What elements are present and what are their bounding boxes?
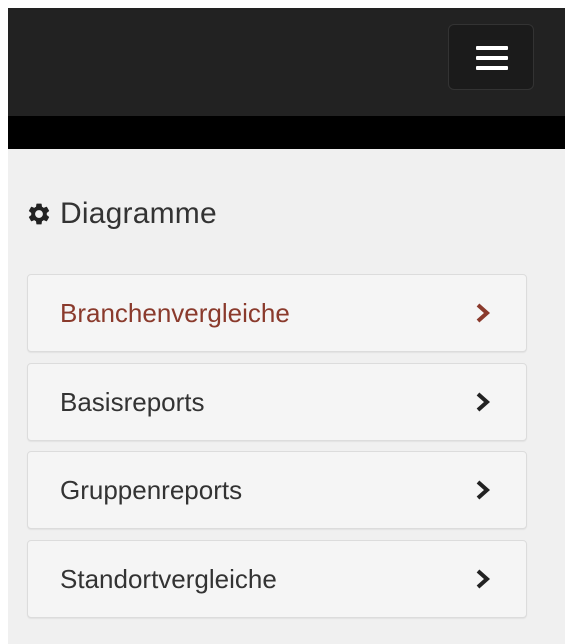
menu-item-basisreports[interactable]: Basisreports — [27, 363, 527, 441]
chevron-right-icon — [476, 480, 491, 500]
menu-item-label: Standortvergleiche — [60, 564, 277, 594]
chevron-right-icon — [476, 303, 491, 323]
hamburger-menu-icon-bar — [476, 66, 508, 70]
page-frame: Diagramme Branchenvergleiche Basisreport… — [8, 8, 565, 644]
navbar-toggle-button[interactable] — [448, 24, 534, 90]
menu-item-label: Branchenvergleiche — [60, 298, 290, 328]
chevron-right-icon — [476, 569, 491, 589]
section-title: Diagramme — [60, 197, 217, 230]
menu-item-branchenvergleiche[interactable]: Branchenvergleiche — [27, 274, 527, 352]
menu-item-label: Gruppenreports — [60, 475, 243, 505]
menu-item-label: Basisreports — [60, 387, 205, 417]
menu-item-gruppenreports[interactable]: Gruppenreports — [27, 451, 527, 529]
chevron-right-icon — [476, 392, 491, 412]
hamburger-menu-icon-bar — [476, 56, 508, 60]
section-heading: Diagramme — [26, 194, 217, 234]
menu-item-standortvergleiche[interactable]: Standortvergleiche — [27, 540, 527, 618]
top-navbar — [8, 8, 565, 116]
gear-icon — [28, 203, 50, 225]
navbar-bottom-strip — [8, 116, 565, 149]
hamburger-menu-icon — [476, 46, 508, 50]
